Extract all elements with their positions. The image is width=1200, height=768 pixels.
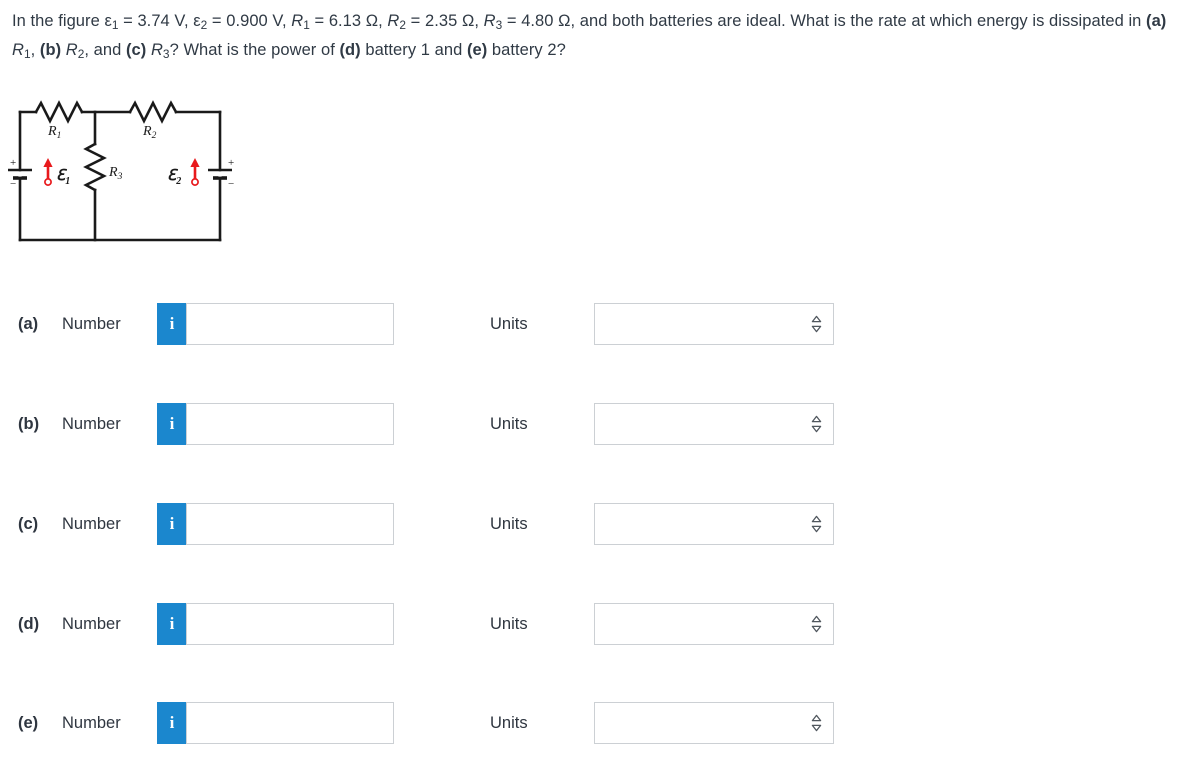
question-fragment: battery 2? [487, 41, 566, 59]
info-icon[interactable]: i [157, 503, 186, 545]
question-fragment: R [483, 12, 496, 30]
answer-row-d: (d) Number i Units [0, 601, 1200, 647]
battery-2-minus-label: − [228, 178, 234, 190]
row-letter: (a) [18, 314, 39, 333]
question-text: In the figure ε1 = 3.74 V, ε2 = 0.900 V,… [12, 7, 1188, 65]
question-subscript: 1 [23, 46, 31, 61]
chevron-updown-icon [810, 514, 823, 534]
number-input[interactable] [186, 603, 394, 645]
answer-row-c: (c) Number i Units [0, 501, 1200, 547]
info-icon[interactable]: i [157, 403, 186, 445]
number-entry-group: i [157, 702, 394, 744]
number-input[interactable] [186, 702, 394, 744]
number-label: Number [62, 514, 121, 533]
answer-row-a: (a) Number i Units [0, 301, 1200, 347]
units-label: Units [490, 713, 528, 732]
number-label: Number [62, 713, 121, 732]
number-label: Number [62, 614, 121, 633]
number-input[interactable] [186, 503, 394, 545]
number-entry-group: i [157, 503, 394, 545]
number-entry-group: i [157, 403, 394, 445]
question-fragment: R [65, 41, 78, 59]
units-label: Units [490, 614, 528, 633]
row-letter: (d) [18, 614, 40, 633]
question-fragment: (c) [125, 41, 147, 59]
number-input[interactable] [186, 403, 394, 445]
units-select[interactable] [594, 603, 834, 645]
units-select[interactable] [594, 403, 834, 445]
question-fragment: (d) [339, 41, 361, 59]
chevron-updown-icon [810, 713, 823, 733]
question-fragment: R [12, 41, 24, 59]
label-emf2: ℇ2 [167, 168, 181, 187]
question-fragment: R [150, 41, 163, 59]
chevron-updown-icon [810, 614, 823, 634]
question-fragment: battery 1 and [360, 41, 467, 59]
question-fragment: , [30, 41, 40, 59]
question-fragment: , and [84, 41, 126, 59]
number-entry-group: i [157, 603, 394, 645]
units-label: Units [490, 514, 528, 533]
label-R3: R3 [108, 165, 123, 182]
question-fragment: = 6.13 Ω, [309, 12, 388, 30]
battery-1-minus-label: − [10, 178, 16, 190]
answer-row-e: (e) Number i Units [0, 700, 1200, 746]
emf-2-arrow [190, 158, 200, 186]
battery-2-plus-label: + [228, 157, 234, 169]
number-input[interactable] [186, 303, 394, 345]
question-fragment: ? What is the power of [169, 41, 340, 59]
chevron-updown-icon [810, 314, 823, 334]
number-label: Number [62, 314, 121, 333]
row-letter: (e) [18, 713, 39, 732]
question-subscript: 1 [303, 17, 310, 32]
number-entry-group: i [157, 303, 394, 345]
units-label: Units [490, 414, 528, 433]
units-select[interactable] [594, 303, 834, 345]
question-fragment: R [291, 12, 304, 30]
question-fragment: = 3.74 V, [118, 12, 194, 30]
circuit-figure: + − + − R1 R2 R3 ℇ1 ℇ2 [0, 92, 250, 257]
units-label: Units [490, 314, 528, 333]
question-fragment: = 4.80 Ω, and both batteries are ideal. … [502, 12, 1147, 30]
question-fragment: ε [193, 12, 201, 30]
question-subscript: 1 [111, 17, 119, 32]
info-icon[interactable]: i [157, 603, 186, 645]
emf-1-arrow [43, 158, 53, 186]
answer-row-b: (b) Number i Units [0, 401, 1200, 447]
units-select[interactable] [594, 503, 834, 545]
number-label: Number [62, 414, 121, 433]
question-fragment: (a) [1146, 12, 1167, 30]
question-fragment: (b) [39, 41, 62, 59]
question-fragment: (e) [466, 41, 488, 59]
units-select[interactable] [594, 702, 834, 744]
row-letter: (b) [18, 414, 40, 433]
question-fragment: = 0.900 V, [207, 12, 292, 30]
row-letter: (c) [18, 514, 39, 533]
battery-1-plus-label: + [10, 157, 16, 169]
info-icon[interactable]: i [157, 303, 186, 345]
label-R2: R2 [142, 124, 157, 141]
question-fragment: In the figure [12, 12, 105, 30]
chevron-updown-icon [810, 414, 823, 434]
question-fragment: = 2.35 Ω, [406, 12, 484, 30]
question-fragment: ε [104, 12, 112, 30]
problem-page: In the figure ε1 = 3.74 V, ε2 = 0.900 V,… [0, 0, 1200, 768]
question-subscript: 3 [162, 46, 170, 61]
question-fragment: R [387, 12, 400, 30]
label-emf1: ℇ1 [56, 168, 70, 187]
info-icon[interactable]: i [157, 702, 186, 744]
label-R1: R1 [47, 124, 61, 141]
